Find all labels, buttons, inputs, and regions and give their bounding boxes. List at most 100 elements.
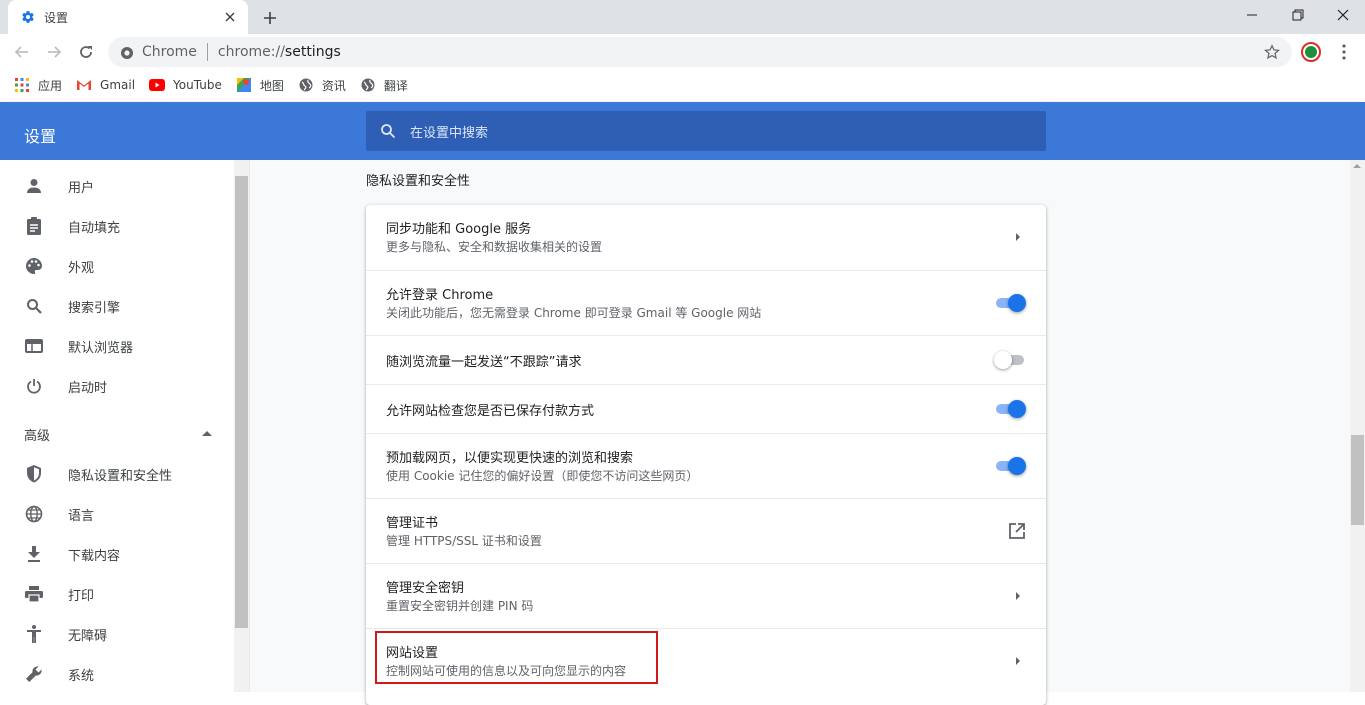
sidebar-item-label: 搜索引擎 <box>68 300 121 316</box>
restore-icon[interactable] <box>1275 0 1321 30</box>
bookmark-youtube[interactable]: YouTube <box>149 73 230 97</box>
row-site-settings[interactable]: 网站设置 控制网站可使用的信息以及可向您显示的内容 <box>366 628 1046 705</box>
sidebar-item-on-startup[interactable]: 启动时 <box>0 366 234 406</box>
power-icon <box>24 376 44 396</box>
main-scrollbar[interactable] <box>1350 160 1365 692</box>
sidebar-item-label: 无障碍 <box>68 628 108 644</box>
sidebar-item-label: 默认浏览器 <box>68 340 134 356</box>
row-subtitle: 关闭此功能后，您无需登录 Chrome 即可登录 Gmail 等 Google … <box>386 306 762 320</box>
settings-header: 设置 在设置中搜索 <box>0 102 1365 160</box>
sidebar-item-label: 隐私设置和安全性 <box>68 468 173 484</box>
sidebar-item-languages[interactable]: 语言 <box>0 494 234 534</box>
sidebar-item-printing[interactable]: 打印 <box>0 574 234 614</box>
printer-icon <box>24 584 44 604</box>
chevron-right-icon <box>1016 233 1020 241</box>
row-manage-security-keys[interactable]: 管理安全密钥 重置安全密钥并创建 PIN 码 <box>366 563 1046 628</box>
sidebar-item-label: 系统 <box>68 668 95 684</box>
accessibility-icon <box>24 624 44 644</box>
sidebar-item-accessibility[interactable]: 无障碍 <box>0 614 234 654</box>
bookmark-gmail[interactable]: Gmail <box>76 73 143 97</box>
sidebar-scroll-thumb[interactable] <box>235 176 248 628</box>
profile-avatar[interactable] <box>1301 42 1321 62</box>
do-not-track-toggle[interactable] <box>994 351 1026 369</box>
sidebar-scrollbar[interactable] <box>234 160 249 692</box>
address-bar[interactable]: Chrome chrome:// settings <box>108 37 1292 67</box>
globe-icon <box>360 77 376 93</box>
bookmark-apps[interactable]: 应用 <box>14 73 70 97</box>
bookmark-translate[interactable]: 翻译 <box>360 73 416 97</box>
row-subtitle: 重置安全密钥并创建 PIN 码 <box>386 599 534 613</box>
page-title: 设置 <box>24 127 57 146</box>
tab-settings[interactable]: 设置 <box>8 0 248 34</box>
person-icon <box>24 176 44 196</box>
advanced-toggle[interactable]: 高级 <box>0 414 234 454</box>
sidebar-item-label: 外观 <box>68 260 95 276</box>
bookmarks-bar: 应用 Gmail YouTube 地图 资讯 翻译 <box>0 70 1365 100</box>
minimize-icon[interactable] <box>1229 0 1275 30</box>
reload-icon[interactable] <box>72 38 100 66</box>
sidebar-item-privacy[interactable]: 隐私设置和安全性 <box>0 454 234 494</box>
main-scroll-thumb[interactable] <box>1351 435 1364 525</box>
maps-icon <box>236 77 252 93</box>
settings-gear-icon <box>20 9 36 25</box>
settings-sidebar: 用户 自动填充 外观 搜索引擎 默认浏览器 启动时 高级 隐私设置和安全性 语言… <box>0 160 234 692</box>
close-window-icon[interactable] <box>1320 0 1365 30</box>
scroll-up-arrow-icon[interactable] <box>1353 164 1361 168</box>
sidebar-item-people[interactable]: 用户 <box>0 166 234 206</box>
sidebar-item-label: 语言 <box>68 508 95 524</box>
chevron-right-icon <box>1016 592 1020 600</box>
apps-grid-icon <box>14 77 30 93</box>
bookmark-maps[interactable]: 地图 <box>236 73 292 97</box>
tab-title: 设置 <box>44 10 69 25</box>
preload-toggle[interactable] <box>994 457 1026 475</box>
search-icon <box>380 123 396 139</box>
more-menu-icon[interactable] <box>1334 40 1354 64</box>
new-tab-plus-icon[interactable] <box>259 7 281 29</box>
row-title: 随浏览流量一起发送“不跟踪”请求 <box>386 355 582 370</box>
row-manage-certificates[interactable]: 管理证书 管理 HTTPS/SSL 证书和设置 <box>366 498 1046 563</box>
gmail-icon <box>76 77 92 93</box>
row-title: 允许登录 Chrome <box>386 288 494 303</box>
sidebar-item-downloads[interactable]: 下载内容 <box>0 534 234 574</box>
row-subtitle: 更多与隐私、安全和数据收集相关的设置 <box>386 240 603 254</box>
forward-arrow-icon[interactable] <box>40 38 68 66</box>
caret-up-icon <box>202 431 212 436</box>
row-payment-methods[interactable]: 允许网站检查您是否已保存付款方式 <box>366 384 1046 433</box>
bookmark-label: Gmail <box>100 78 136 92</box>
bookmark-label: YouTube <box>173 78 222 92</box>
clipboard-icon <box>24 216 44 236</box>
payment-methods-toggle[interactable] <box>994 400 1026 418</box>
secure-chip-label: Chrome <box>142 44 197 60</box>
youtube-icon <box>149 77 166 93</box>
tab-strip: 设置 <box>0 0 1365 34</box>
sidebar-item-appearance[interactable]: 外观 <box>0 246 234 286</box>
sidebar-item-autofill[interactable]: 自动填充 <box>0 206 234 246</box>
sidebar-item-label: 用户 <box>68 180 95 196</box>
row-title: 预加载网页，以便实现更快速的浏览和搜索 <box>386 451 634 466</box>
sidebar-item-label: 启动时 <box>68 380 108 396</box>
bookmark-label: 资讯 <box>321 78 346 93</box>
sidebar-item-default-browser[interactable]: 默认浏览器 <box>0 326 234 366</box>
shield-icon <box>24 464 44 484</box>
row-title: 网站设置 <box>386 646 439 661</box>
back-arrow-icon[interactable] <box>8 38 36 66</box>
row-sync-google-services[interactable]: 同步功能和 Google 服务 更多与隐私、安全和数据收集相关的设置 <box>366 205 1046 270</box>
bookmark-star-icon[interactable] <box>1264 44 1280 60</box>
signin-toggle[interactable] <box>994 294 1026 312</box>
settings-search-input[interactable]: 在设置中搜索 <box>366 111 1046 151</box>
row-title: 管理证书 <box>386 516 439 531</box>
section-title: 隐私设置和安全性 <box>366 174 471 189</box>
sidebar-item-label: 打印 <box>68 588 95 604</box>
sidebar-item-label: 下载内容 <box>68 548 121 564</box>
bookmark-news[interactable]: 资讯 <box>298 73 354 97</box>
browser-icon <box>24 336 44 356</box>
row-do-not-track[interactable]: 随浏览流量一起发送“不跟踪”请求 <box>366 335 1046 384</box>
row-preload-pages[interactable]: 预加载网页，以便实现更快速的浏览和搜索 使用 Cookie 记住您的偏好设置（即… <box>366 433 1046 498</box>
sidebar-item-system[interactable]: 系统 <box>0 654 234 692</box>
download-icon <box>24 544 44 564</box>
wrench-icon <box>24 664 44 684</box>
sidebar-item-search-engine[interactable]: 搜索引擎 <box>0 286 234 326</box>
close-tab-icon[interactable] <box>222 9 238 25</box>
row-allow-chrome-signin[interactable]: 允许登录 Chrome 关闭此功能后，您无需登录 Chrome 即可登录 Gma… <box>366 270 1046 335</box>
row-title: 同步功能和 Google 服务 <box>386 222 532 237</box>
